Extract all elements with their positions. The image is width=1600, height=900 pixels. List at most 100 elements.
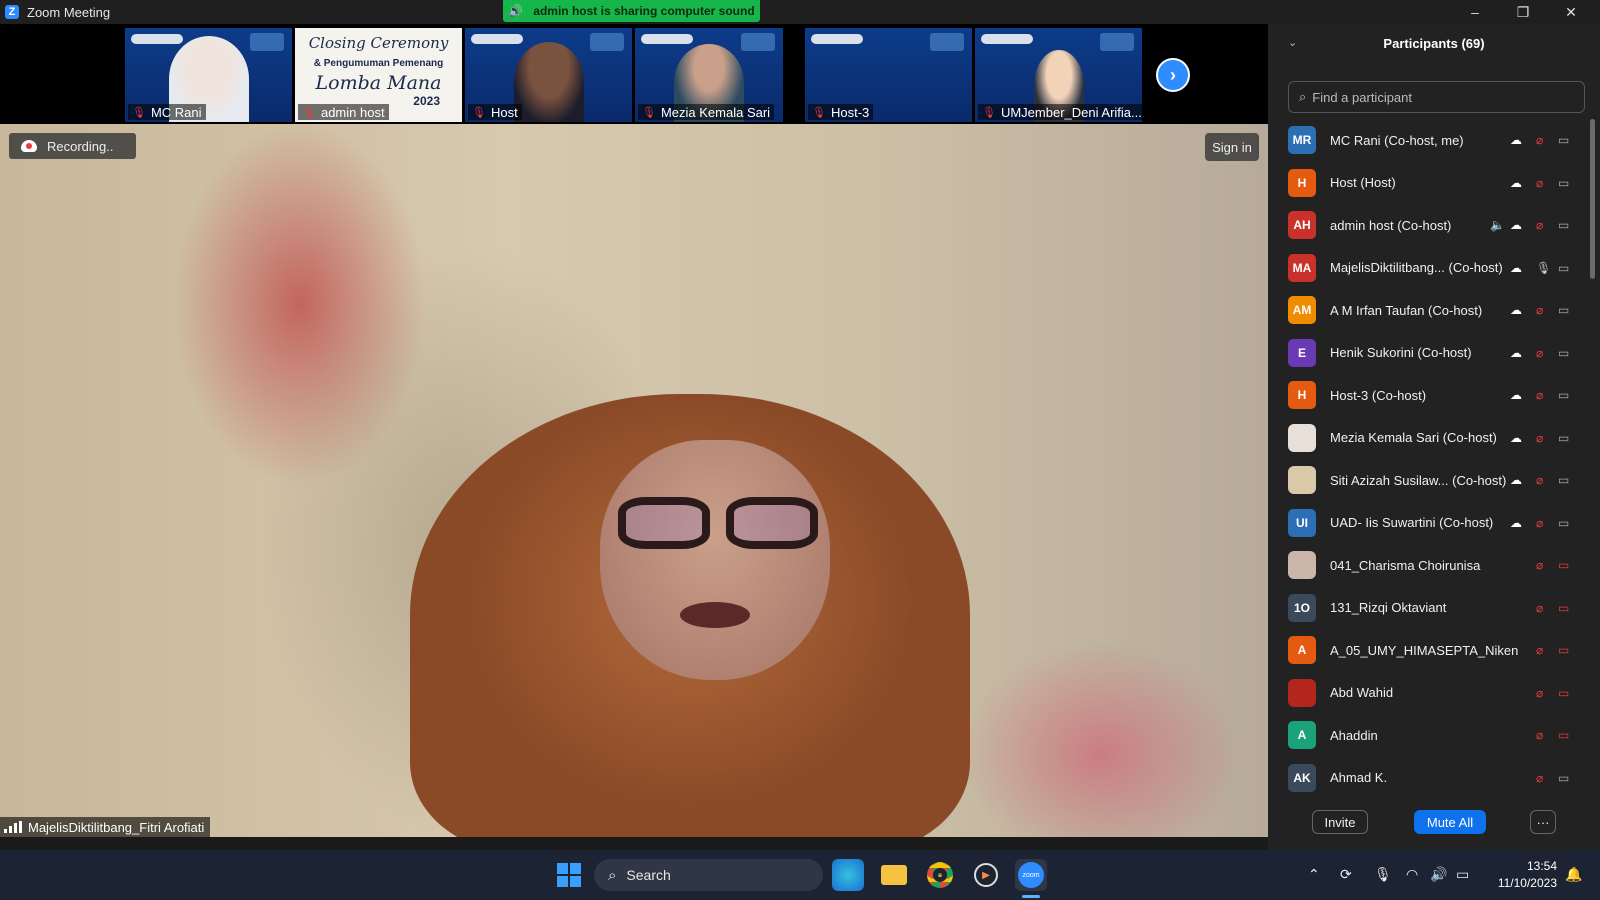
camera-off-icon[interactable]: ▭ xyxy=(1558,558,1569,572)
participant-row[interactable]: MA MajelisDiktilitbang... (Co-host) ☁ 🎙 ▭ xyxy=(1268,247,1588,290)
participant-search-input[interactable]: ⌕ Find a participant xyxy=(1288,81,1585,113)
participant-initials-avatar: AH xyxy=(1288,211,1316,240)
camera-icon[interactable]: ▭ xyxy=(1558,473,1569,487)
video-tile[interactable]: 🎙 Host-3 xyxy=(805,28,972,122)
invite-button[interactable]: Invite xyxy=(1312,810,1368,834)
sign-in-button[interactable]: Sign in xyxy=(1205,133,1259,161)
active-speaker-video xyxy=(0,124,1268,837)
microphone-icon[interactable]: 🎙 xyxy=(1536,261,1551,275)
participant-row[interactable]: H Host-3 (Co-host) ☁ ⌀ ▭ xyxy=(1268,374,1588,417)
muted-mic-icon[interactable]: ⌀ xyxy=(1536,218,1543,232)
cloud-recording-icon: ☁ xyxy=(1510,218,1522,233)
edge-icon[interactable] xyxy=(832,859,864,891)
microphone-icon[interactable]: 🎙 xyxy=(1374,866,1392,883)
participant-initials-avatar: E xyxy=(1288,338,1316,367)
participant-row[interactable]: AK Ahmad K. ⌀ ▭ xyxy=(1268,757,1588,800)
notification-bell-icon[interactable]: 🔔 xyxy=(1565,866,1582,883)
camera-off-icon[interactable]: ▭ xyxy=(1558,643,1569,657)
camera-icon[interactable]: ▭ xyxy=(1558,218,1569,232)
muted-mic-icon: 🎙 xyxy=(812,106,826,119)
participant-name: 041_Charisma Choirunisa xyxy=(1330,557,1481,573)
volume-icon[interactable]: 🔊 xyxy=(1430,866,1447,883)
taskbar-search[interactable]: ⌕ Search xyxy=(594,859,823,891)
cloud-recording-icon: ☁ xyxy=(1510,175,1522,190)
window-title: Zoom Meeting xyxy=(27,4,111,20)
speaker-glasses xyxy=(618,497,818,549)
muted-mic-icon[interactable]: ⌀ xyxy=(1536,431,1543,445)
cloud-recording-icon: ☁ xyxy=(1510,388,1522,403)
chevron-up-icon[interactable]: ⌃ xyxy=(1308,866,1320,883)
muted-mic-icon[interactable]: ⌀ xyxy=(1536,133,1543,147)
participant-name: 131_Rizqi Oktaviant xyxy=(1330,600,1447,616)
participant-row[interactable]: A A_05_UMY_HIMASEPTA_Niken ⌀ ▭ xyxy=(1268,629,1588,672)
minimize-button[interactable]: – xyxy=(1452,0,1498,24)
camera-icon[interactable]: ▭ xyxy=(1558,176,1569,190)
participant-photo-avatar xyxy=(1288,466,1316,495)
muted-mic-icon[interactable]: ⌀ xyxy=(1536,176,1543,190)
camera-icon[interactable]: ▭ xyxy=(1558,261,1569,275)
camera-icon[interactable]: ▭ xyxy=(1558,388,1569,402)
camera-icon[interactable]: ▭ xyxy=(1558,771,1569,785)
camera-off-icon[interactable]: ▭ xyxy=(1558,686,1569,700)
wifi-icon[interactable]: ◠ xyxy=(1406,866,1418,883)
participant-row[interactable]: AH admin host (Co-host) 🔈 ☁ ⌀ ▭ xyxy=(1268,204,1588,247)
participant-row[interactable]: A Ahaddin ⌀ ▭ xyxy=(1268,714,1588,757)
video-tile[interactable]: 🎙 Host xyxy=(465,28,632,122)
participant-row[interactable]: MR MC Rani (Co-host, me) ☁ ⌀ ▭ xyxy=(1268,119,1588,162)
participant-row[interactable]: Siti Azizah Susilaw... (Co-host) ☁ ⌀ ▭ xyxy=(1268,459,1588,502)
media-player-icon[interactable]: ▶ xyxy=(970,859,1002,891)
muted-mic-icon[interactable]: ⌀ xyxy=(1536,771,1543,785)
participants-title: Participants (69) xyxy=(1383,36,1485,51)
zoom-taskbar-icon[interactable]: zoom xyxy=(1015,859,1047,891)
cloud-recording-icon: ☁ xyxy=(1510,515,1522,530)
participant-initials-avatar: H xyxy=(1288,381,1316,410)
participant-list-scrollbar[interactable] xyxy=(1590,119,1595,279)
camera-off-icon[interactable]: ▭ xyxy=(1558,728,1569,742)
muted-mic-icon[interactable]: ⌀ xyxy=(1536,601,1543,615)
camera-icon[interactable]: ▭ xyxy=(1558,133,1569,147)
camera-icon[interactable]: ▭ xyxy=(1558,346,1569,360)
restore-button[interactable]: ❐ xyxy=(1500,0,1546,24)
muted-mic-icon: 🎙 xyxy=(982,106,996,119)
cloud-recording-icon: ☁ xyxy=(1510,260,1522,275)
close-button[interactable]: ✕ xyxy=(1548,0,1594,24)
participant-row[interactable]: 1O 131_Rizqi Oktaviant ⌀ ▭ xyxy=(1268,587,1588,630)
muted-mic-icon[interactable]: ⌀ xyxy=(1536,516,1543,530)
muted-mic-icon[interactable]: ⌀ xyxy=(1536,346,1543,360)
file-explorer-icon[interactable] xyxy=(878,859,910,891)
participant-row[interactable]: 041_Charisma Choirunisa ⌀ ▭ xyxy=(1268,544,1588,587)
video-tile[interactable]: 🎙 UMJember_Deni Arifia... xyxy=(975,28,1142,122)
participant-list: MR MC Rani (Co-host, me) ☁ ⌀ ▭ H Host (Host) ☁ ⌀… xyxy=(1268,119,1588,799)
muted-mic-icon[interactable]: ⌀ xyxy=(1536,686,1543,700)
camera-icon[interactable]: ▭ xyxy=(1558,303,1569,317)
cloud-record-icon xyxy=(21,140,37,152)
next-page-button[interactable]: › xyxy=(1156,58,1190,92)
recording-indicator[interactable]: Recording.. xyxy=(9,133,136,159)
participant-name: MajelisDiktilitbang... (Co-host) xyxy=(1330,260,1503,276)
video-tile[interactable]: 🎙 MC Rani xyxy=(125,28,292,122)
video-tile[interactable]: Closing Ceremony & Pengumuman Pemenang L… xyxy=(295,28,462,122)
video-tile[interactable]: 🎙 Mezia Kemala Sari xyxy=(635,28,783,122)
participant-row[interactable]: AM A M Irfan Taufan (Co-host) ☁ ⌀ ▭ xyxy=(1268,289,1588,332)
muted-mic-icon[interactable]: ⌀ xyxy=(1536,303,1543,317)
muted-mic-icon[interactable]: ⌀ xyxy=(1536,473,1543,487)
sync-icon[interactable]: ⟳ xyxy=(1340,866,1352,883)
muted-mic-icon[interactable]: ⌀ xyxy=(1536,558,1543,572)
system-clock[interactable]: 13:54 11/10/2023 xyxy=(1487,858,1557,892)
camera-icon[interactable]: ▭ xyxy=(1558,516,1569,530)
participant-row[interactable]: E Henik Sukorini (Co-host) ☁ ⌀ ▭ xyxy=(1268,332,1588,375)
muted-mic-icon[interactable]: ⌀ xyxy=(1536,388,1543,402)
participant-row[interactable]: H Host (Host) ☁ ⌀ ▭ xyxy=(1268,162,1588,205)
participant-row[interactable]: UI UAD- Iis Suwartini (Co-host) ☁ ⌀ ▭ xyxy=(1268,502,1588,545)
camera-off-icon[interactable]: ▭ xyxy=(1558,601,1569,615)
start-button[interactable] xyxy=(553,859,585,891)
muted-mic-icon[interactable]: ⌀ xyxy=(1536,643,1543,657)
more-options-button[interactable]: ··· xyxy=(1530,810,1556,834)
participant-row[interactable]: Abd Wahid ⌀ ▭ xyxy=(1268,672,1588,715)
muted-mic-icon[interactable]: ⌀ xyxy=(1536,728,1543,742)
mute-all-button[interactable]: Mute All xyxy=(1414,810,1486,834)
camera-icon[interactable]: ▭ xyxy=(1558,431,1569,445)
chrome-icon[interactable] xyxy=(924,859,956,891)
participant-row[interactable]: Mezia Kemala Sari (Co-host) ☁ ⌀ ▭ xyxy=(1268,417,1588,460)
battery-icon[interactable]: ▭ xyxy=(1456,866,1469,883)
